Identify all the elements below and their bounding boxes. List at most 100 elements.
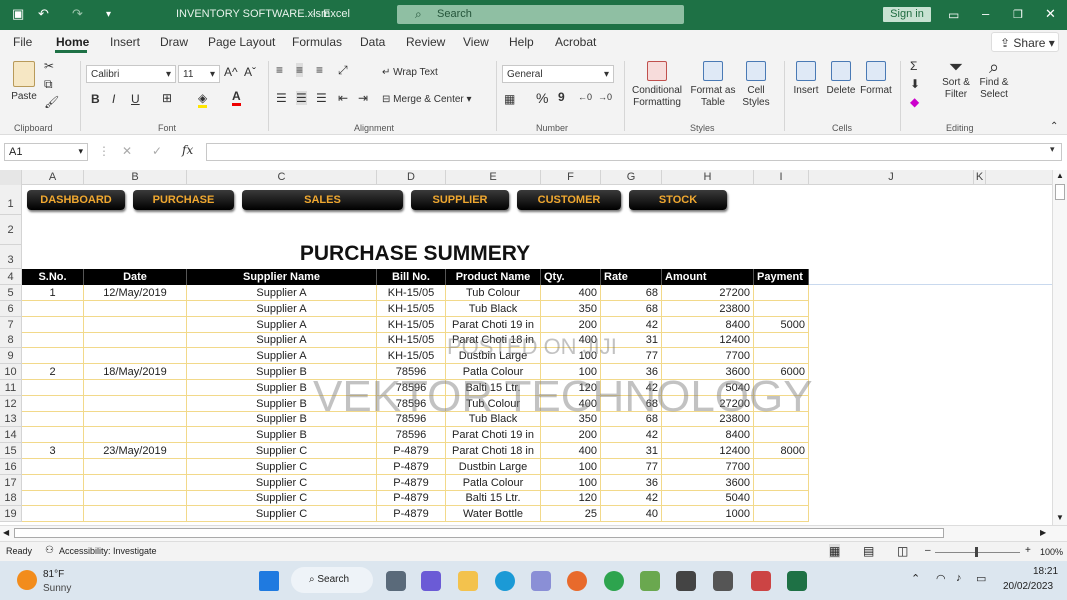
weather-sun-icon[interactable] [17,570,37,590]
cancel-icon[interactable]: ✕ [122,144,132,158]
increase-font-icon[interactable]: A^ [224,65,238,79]
row-header[interactable]: 13 [0,411,22,428]
accessibility-status[interactable]: Accessibility: Investigate [59,546,157,556]
insert-function-icon[interactable]: fx [182,143,193,157]
row-header[interactable]: 6 [0,300,22,317]
table-cell[interactable]: 68 [601,300,662,317]
table-cell[interactable] [22,458,84,475]
row-header[interactable]: 3 [0,245,22,269]
italic-button[interactable]: I [112,92,115,106]
column-header[interactable]: H [662,170,754,185]
task-view-icon[interactable] [386,571,406,591]
number-format-select[interactable]: General ▾ [502,65,614,83]
redo-icon[interactable]: ↷ [72,6,83,22]
fill-icon[interactable]: ⬇ [910,77,920,91]
table-cell[interactable]: 42 [601,316,662,333]
table-cell[interactable] [22,506,84,523]
table-cell[interactable] [84,300,187,317]
table-cell[interactable]: Parat Choti 19 in [446,427,541,444]
column-header[interactable]: J [809,170,974,185]
copy-icon[interactable]: ⧉ [44,77,53,92]
table-cell[interactable]: 40 [601,506,662,523]
close-icon[interactable]: ✕ [1045,6,1056,22]
table-cell[interactable] [754,506,809,523]
row-header[interactable]: 5 [0,285,22,301]
wifi-icon[interactable]: ◠ [936,572,946,585]
table-cell[interactable]: KH-15/05 [377,285,446,301]
align-left-icon[interactable]: ☰ [276,91,287,105]
sales-nav-button[interactable]: SALES [242,190,403,210]
table-header-product[interactable]: Product Name [446,269,541,285]
row-header[interactable]: 15 [0,443,22,459]
scroll-right-icon[interactable]: ▶ [1040,528,1046,537]
table-cell[interactable]: 100 [541,458,601,475]
sign-in-button[interactable]: Sign in [883,7,931,22]
table-cell[interactable]: 200 [541,427,601,444]
table-cell[interactable]: P-4879 [377,474,446,491]
table-cell[interactable]: 42 [601,490,662,507]
table-cell[interactable]: 25 [541,506,601,523]
table-cell[interactable]: Supplier A [187,316,377,333]
table-cell[interactable] [22,300,84,317]
table-cell[interactable] [22,411,84,428]
app-icon[interactable] [640,571,660,591]
row-header[interactable]: 2 [0,215,22,245]
file-explorer-icon[interactable] [458,571,478,591]
horizontal-scroll-thumb[interactable] [14,528,944,538]
table-cell[interactable] [84,490,187,507]
tab-review[interactable]: Review [406,35,445,49]
insert-cells-button[interactable]: Insert [790,61,822,97]
search-box[interactable]: ⌕ Search [397,5,684,24]
customer-nav-button[interactable]: CUSTOMER [517,190,621,210]
table-cell[interactable]: Parat Choti 18 in [446,443,541,459]
table-cell[interactable]: 350 [541,300,601,317]
table-header-sno[interactable]: S.No. [22,269,84,285]
zoom-level[interactable]: 100% [1040,547,1063,557]
firefox-icon[interactable] [567,571,587,591]
sort-filter-button[interactable]: ⏷ Sort & Filter [938,58,974,101]
delete-cells-button[interactable]: Delete [825,61,857,97]
orientation-icon[interactable]: ⤢ [338,63,348,78]
paste-button[interactable]: Paste [10,61,38,103]
table-cell[interactable] [754,490,809,507]
table-cell[interactable]: 8400 [662,427,754,444]
font-color-icon[interactable]: A [232,89,241,106]
tab-acrobat[interactable]: Acrobat [555,35,596,49]
table-cell[interactable]: Dustbin Large [446,458,541,475]
table-cell[interactable]: 12400 [662,443,754,459]
table-cell[interactable]: Supplier B [187,427,377,444]
tab-file[interactable]: File [13,35,32,49]
table-cell[interactable]: Supplier A [187,348,377,365]
zoom-out-icon[interactable]: – [925,545,931,556]
table-cell[interactable]: 120 [541,490,601,507]
table-cell[interactable]: 100 [541,474,601,491]
comma-button[interactable]: 9 [558,90,565,104]
table-cell[interactable]: 12/May/2019 [84,285,187,301]
table-cell[interactable]: 68 [601,285,662,301]
formula-input[interactable] [206,143,1062,161]
table-cell[interactable] [754,332,809,349]
table-cell[interactable]: P-4879 [377,458,446,475]
undo-icon[interactable]: ↶ [38,6,49,22]
column-header[interactable]: C [187,170,377,185]
table-cell[interactable] [84,332,187,349]
row-header[interactable]: 18 [0,490,22,507]
align-middle-icon[interactable]: ≡ [296,63,304,77]
conditional-formatting-button[interactable]: Conditional Formatting [628,61,686,109]
table-cell[interactable] [22,474,84,491]
row-header[interactable]: 14 [0,427,22,444]
purchase-nav-button[interactable]: PURCHASE [133,190,234,210]
table-cell[interactable]: 27200 [662,285,754,301]
increase-indent-icon[interactable]: ⇥ [358,91,368,105]
table-cell[interactable] [754,458,809,475]
table-cell[interactable] [84,474,187,491]
table-cell[interactable] [84,316,187,333]
table-cell[interactable]: 400 [541,285,601,301]
table-cell[interactable] [84,427,187,444]
row-header[interactable]: 11 [0,379,22,396]
table-cell[interactable]: 23800 [662,300,754,317]
ribbon-display-icon[interactable]: ▭ [948,8,959,22]
column-header[interactable]: A [22,170,84,185]
table-cell[interactable]: 12400 [662,332,754,349]
horizontal-scrollbar[interactable]: ◀ ▶ [0,525,1067,541]
